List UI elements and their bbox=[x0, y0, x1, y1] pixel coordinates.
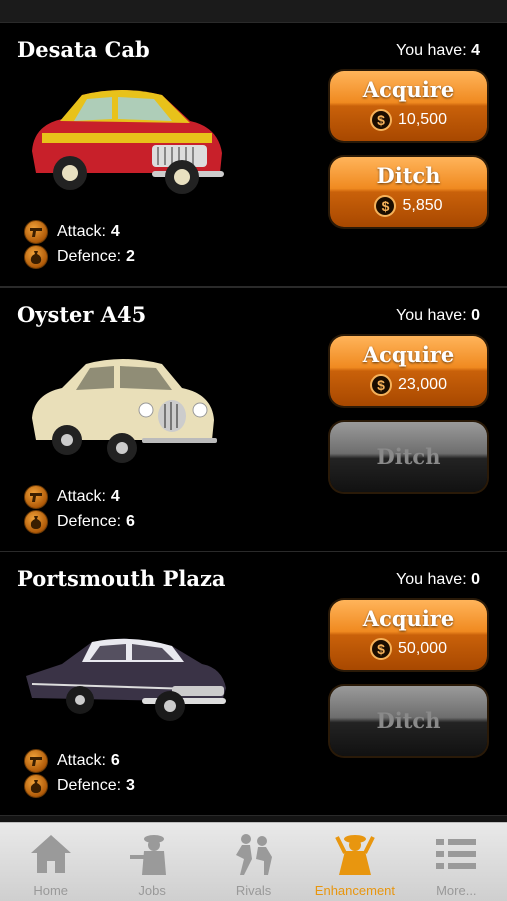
car-card-desata-cab: Desata Cab You have: 4 Attack: 4 Defence:… bbox=[0, 22, 507, 287]
tab-home[interactable]: Home bbox=[0, 823, 101, 901]
top-strip bbox=[0, 0, 507, 22]
attack-stat: Attack: 4 bbox=[24, 485, 120, 509]
car-name: Oyster A45 bbox=[17, 302, 147, 327]
tab-jobs[interactable]: Jobs bbox=[101, 823, 202, 901]
tab-enhancement[interactable]: Enhancement bbox=[304, 823, 405, 901]
defence-stat: Defence: 6 bbox=[24, 510, 135, 534]
list-icon bbox=[436, 839, 477, 869]
car-card-oyster-a45: Oyster A45 You have: 0 Attack: 4 Defence:… bbox=[0, 287, 507, 552]
mobster-icon bbox=[335, 835, 375, 875]
dollar-coin-icon: $ bbox=[370, 109, 393, 131]
owned-count: You have: 0 bbox=[396, 307, 480, 324]
owned-count: You have: 0 bbox=[396, 571, 480, 588]
tab-rivals[interactable]: Rivals bbox=[203, 823, 304, 901]
classic-car-image bbox=[26, 638, 226, 721]
tab-more[interactable]: More... bbox=[406, 823, 507, 901]
money-bag-icon bbox=[24, 774, 48, 798]
ditch-button-disabled[interactable]: Ditch bbox=[330, 422, 487, 492]
money-bag-icon bbox=[24, 510, 48, 534]
dollar-coin-icon: $ bbox=[370, 638, 393, 660]
gun-icon bbox=[24, 485, 48, 509]
owned-count: You have: 4 bbox=[396, 42, 480, 59]
car-name: Desata Cab bbox=[17, 37, 150, 62]
car-name: Portsmouth Plaza bbox=[17, 566, 226, 591]
tab-bar: Home Jobs Rivals Enhancement More... bbox=[0, 822, 507, 901]
fight-icon bbox=[235, 834, 272, 875]
gun-icon bbox=[24, 749, 48, 773]
acquire-button[interactable]: Acquire $10,500 bbox=[330, 71, 487, 141]
gangster-icon bbox=[130, 835, 167, 875]
acquire-button[interactable]: Acquire $23,000 bbox=[330, 336, 487, 406]
home-icon bbox=[30, 835, 71, 873]
ditch-button-disabled[interactable]: Ditch bbox=[330, 686, 487, 756]
attack-stat: Attack: 6 bbox=[24, 749, 120, 773]
dollar-coin-icon: $ bbox=[374, 195, 397, 217]
dollar-coin-icon: $ bbox=[370, 374, 393, 396]
sedan-car-image bbox=[32, 359, 217, 463]
taxi-car-image bbox=[32, 90, 224, 194]
defence-stat: Defence: 2 bbox=[24, 245, 135, 269]
acquire-button[interactable]: Acquire $50,000 bbox=[330, 600, 487, 670]
ditch-button[interactable]: Ditch $5,850 bbox=[330, 157, 487, 227]
gun-icon bbox=[24, 220, 48, 244]
money-bag-icon bbox=[24, 245, 48, 269]
defence-stat: Defence: 3 bbox=[24, 774, 135, 798]
car-card-portsmouth-plaza: Portsmouth Plaza You have: 0 Attack: 6 De… bbox=[0, 551, 507, 816]
attack-stat: Attack: 4 bbox=[24, 220, 120, 244]
